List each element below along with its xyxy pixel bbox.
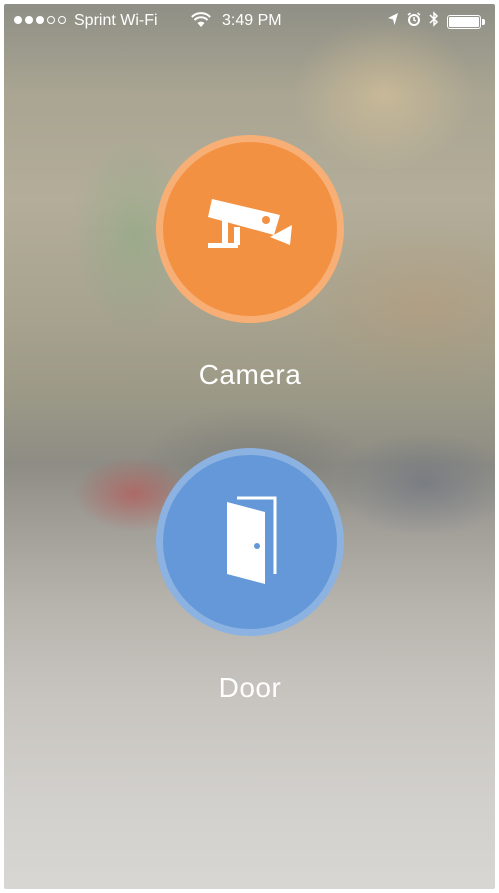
battery-body xyxy=(447,14,481,29)
status-right-icons xyxy=(387,11,485,32)
battery-fill xyxy=(449,16,479,27)
carrier-name: Sprint Wi-Fi xyxy=(74,12,158,29)
app-screen: Sprint Wi-Fi 3:49 PM Camera Door xyxy=(4,4,495,889)
battery-tip xyxy=(482,18,485,25)
signal-dot xyxy=(36,16,44,24)
door-icon xyxy=(215,492,285,593)
status-time: 3:49 PM xyxy=(222,12,282,29)
camera-tile[interactable]: Camera xyxy=(150,135,350,391)
alarm-icon xyxy=(407,12,421,31)
door-label: Door xyxy=(218,672,282,703)
status-bar: Sprint Wi-Fi 3:49 PM xyxy=(4,4,495,40)
camera-label: Camera xyxy=(198,359,302,390)
door-button[interactable] xyxy=(156,448,344,636)
location-arrow-icon xyxy=(387,12,399,31)
signal-dots-icon xyxy=(14,16,66,24)
wifi-icon xyxy=(191,12,211,33)
signal-dot-empty xyxy=(47,16,55,24)
camera-button[interactable] xyxy=(156,135,344,323)
signal-dot xyxy=(25,16,33,24)
bluetooth-icon xyxy=(429,11,439,32)
signal-dot-empty xyxy=(58,16,66,24)
security-camera-icon xyxy=(200,187,300,272)
door-tile[interactable]: Door xyxy=(150,448,350,704)
signal-dot xyxy=(14,16,22,24)
battery-icon xyxy=(447,14,485,29)
